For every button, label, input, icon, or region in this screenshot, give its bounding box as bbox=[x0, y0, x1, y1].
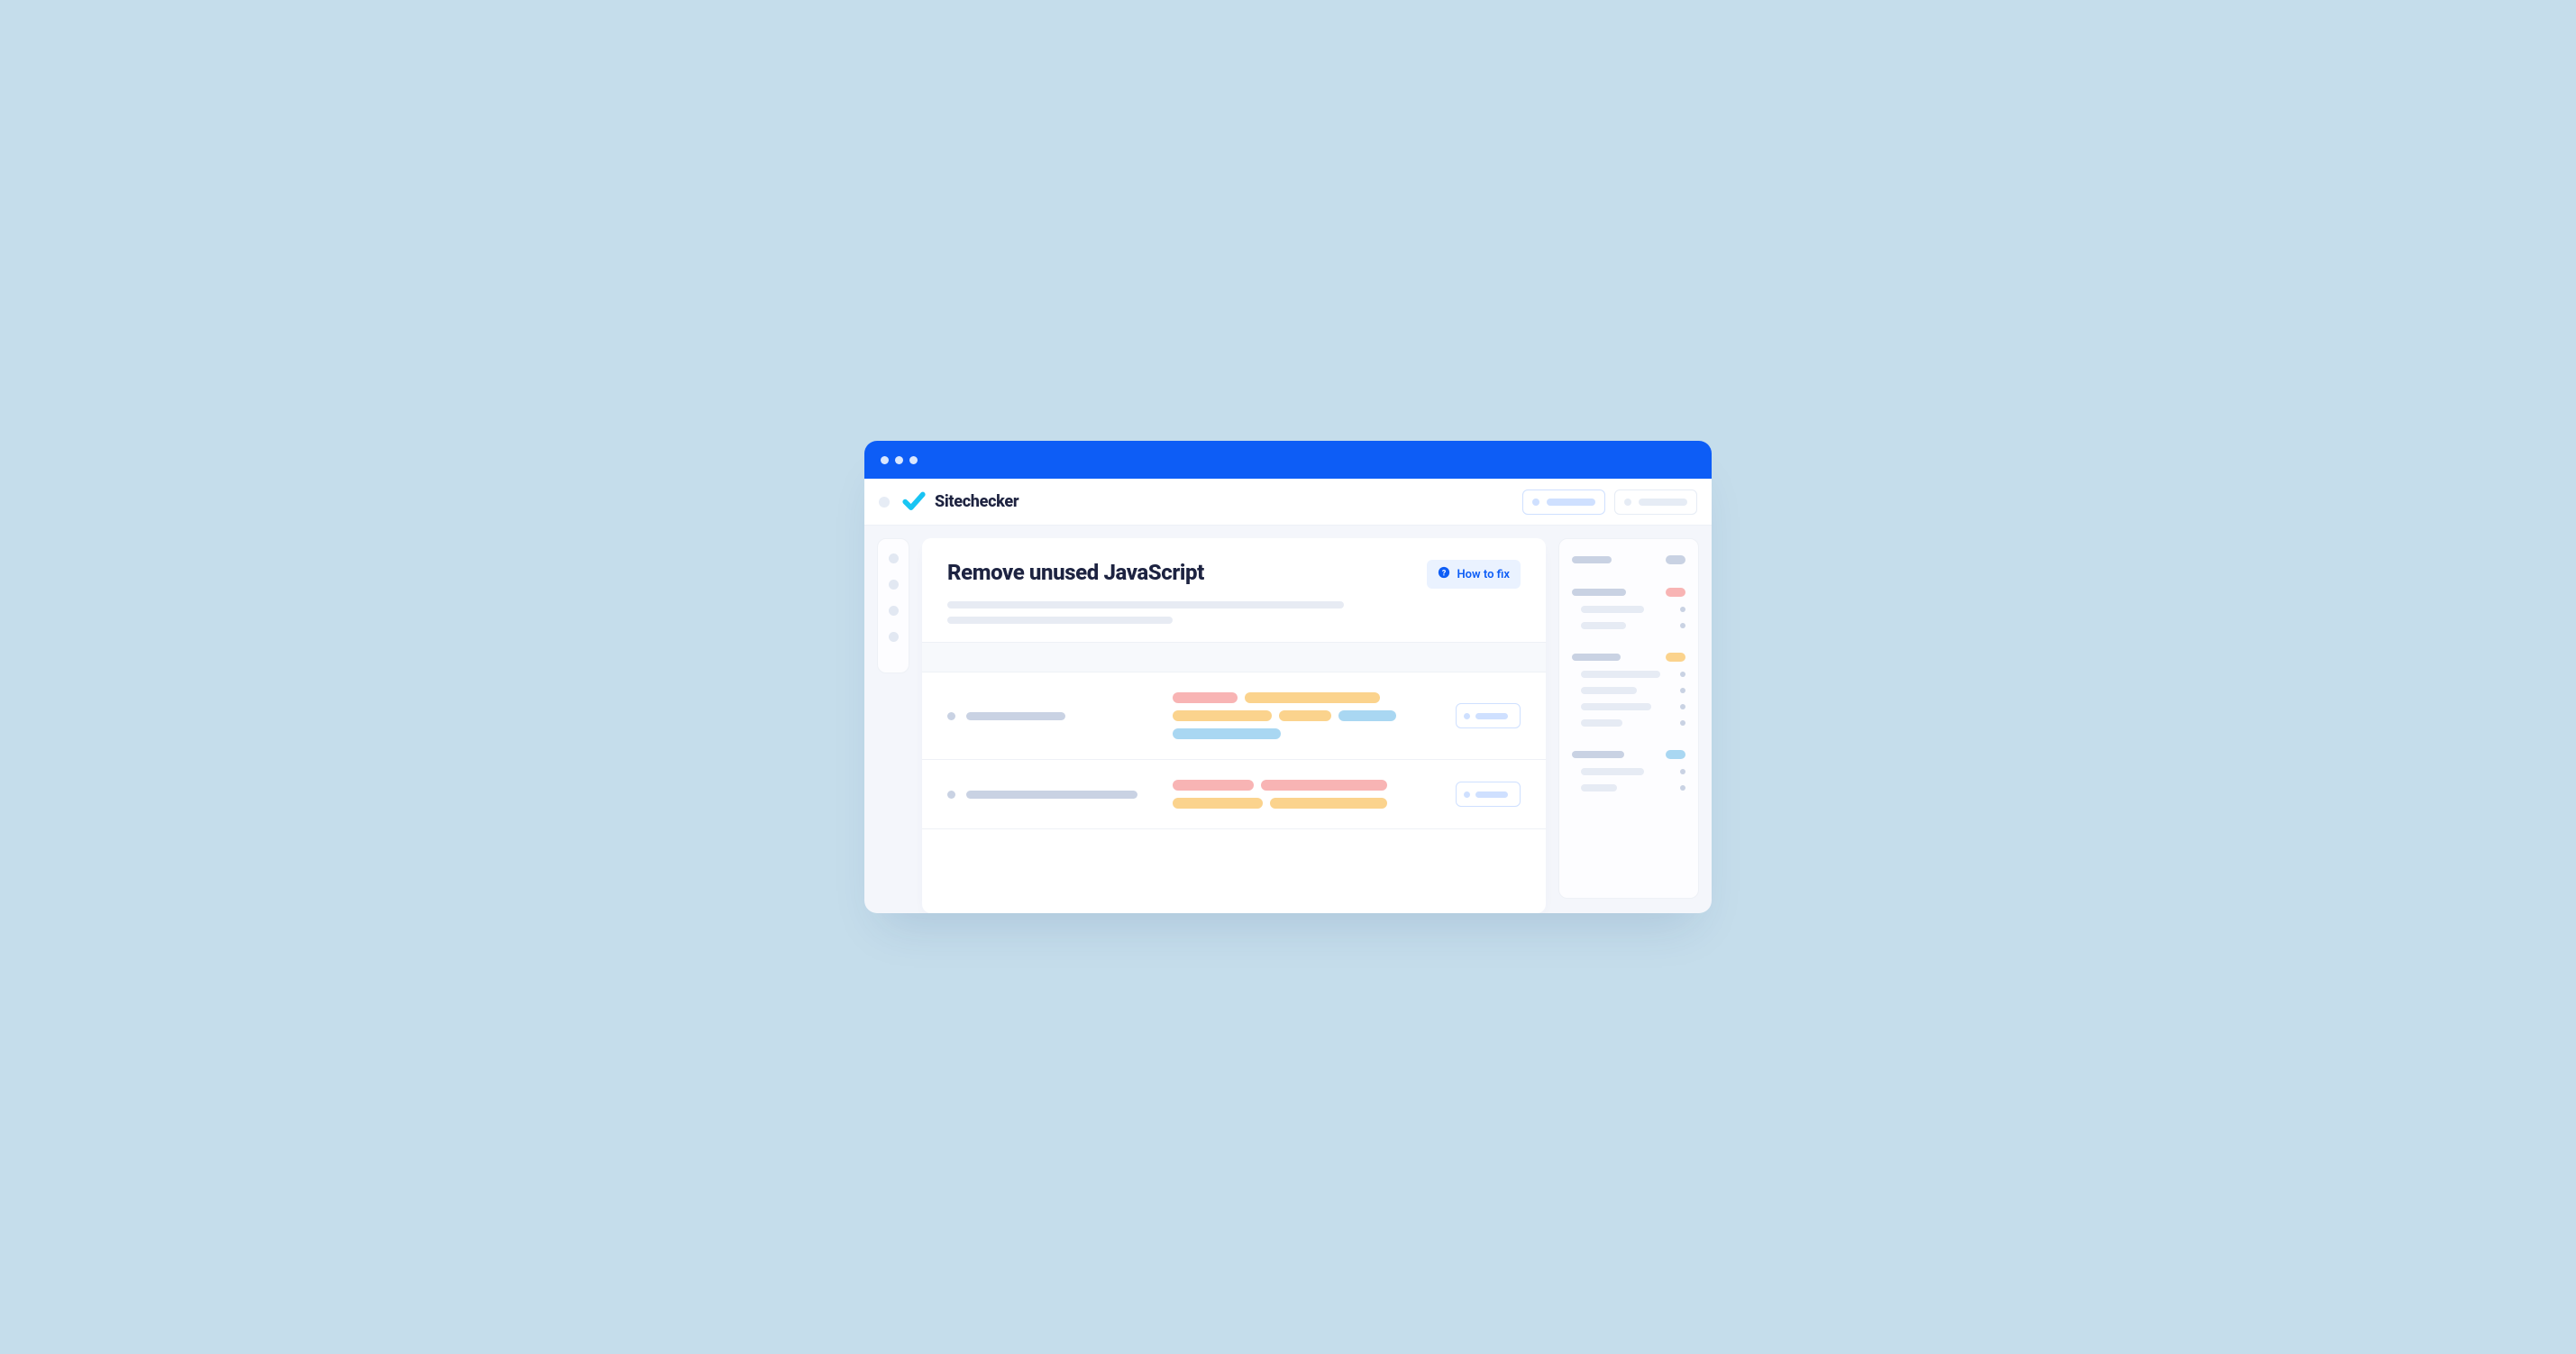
tag-warning bbox=[1245, 692, 1380, 703]
tag-critical bbox=[1261, 780, 1387, 791]
summary-panel bbox=[1558, 538, 1699, 899]
summary-item[interactable] bbox=[1572, 687, 1685, 694]
tag-warning bbox=[1270, 798, 1387, 809]
result-url-placeholder[interactable] bbox=[947, 791, 1155, 799]
app-header: Sitechecker bbox=[864, 479, 1712, 526]
checkmark-icon bbox=[902, 489, 926, 516]
window-control-maximize[interactable] bbox=[909, 456, 918, 464]
summary-item[interactable] bbox=[1572, 703, 1685, 710]
tag-warning bbox=[1173, 798, 1263, 809]
svg-text:?: ? bbox=[1442, 570, 1447, 579]
tag-warning bbox=[1173, 710, 1272, 721]
sidebar-nav bbox=[877, 538, 909, 673]
summary-item[interactable] bbox=[1572, 671, 1685, 678]
summary-category-warning[interactable] bbox=[1572, 653, 1685, 662]
tag-critical bbox=[1173, 692, 1238, 703]
app-body: Remove unused JavaScript ? How to fix bbox=[864, 526, 1712, 913]
summary-item[interactable] bbox=[1572, 784, 1685, 791]
window-titlebar bbox=[864, 441, 1712, 479]
result-tags bbox=[1173, 780, 1438, 809]
window-control-close[interactable] bbox=[881, 456, 889, 464]
header-primary-button[interactable] bbox=[1522, 489, 1605, 515]
result-action-button[interactable] bbox=[1456, 703, 1521, 728]
summary-item[interactable] bbox=[1572, 622, 1685, 629]
result-row bbox=[922, 760, 1546, 829]
sidebar-nav-item[interactable] bbox=[889, 606, 899, 616]
summary-item[interactable] bbox=[1572, 719, 1685, 727]
brand-logo[interactable]: Sitechecker bbox=[902, 489, 1019, 516]
brand-name: Sitechecker bbox=[935, 492, 1019, 511]
sidebar-nav-item[interactable] bbox=[889, 580, 899, 590]
issue-description-placeholder bbox=[947, 601, 1521, 624]
browser-window: Sitechecker Remove unused JavaScript ? bbox=[864, 441, 1712, 913]
summary-heading bbox=[1572, 555, 1685, 564]
menu-toggle[interactable] bbox=[879, 497, 890, 508]
window-control-minimize[interactable] bbox=[895, 456, 903, 464]
header-secondary-button[interactable] bbox=[1614, 489, 1697, 515]
issue-header: Remove unused JavaScript ? How to fix bbox=[922, 538, 1546, 642]
page-title: Remove unused JavaScript bbox=[947, 560, 1204, 585]
result-tags bbox=[1173, 692, 1438, 739]
help-icon: ? bbox=[1438, 566, 1450, 582]
tag-warning bbox=[1279, 710, 1331, 721]
tag-info bbox=[1338, 710, 1396, 721]
filter-bar bbox=[922, 642, 1546, 672]
main-panel: Remove unused JavaScript ? How to fix bbox=[922, 538, 1546, 913]
summary-category-info[interactable] bbox=[1572, 750, 1685, 759]
result-action-button[interactable] bbox=[1456, 782, 1521, 807]
sidebar-nav-item[interactable] bbox=[889, 632, 899, 642]
sidebar-nav-item[interactable] bbox=[889, 553, 899, 563]
tag-critical bbox=[1173, 780, 1254, 791]
tag-info bbox=[1173, 728, 1281, 739]
how-to-fix-button[interactable]: ? How to fix bbox=[1427, 560, 1521, 589]
how-to-fix-label: How to fix bbox=[1457, 568, 1510, 581]
result-row bbox=[922, 672, 1546, 760]
summary-category-critical[interactable] bbox=[1572, 588, 1685, 597]
summary-item[interactable] bbox=[1572, 606, 1685, 613]
summary-item[interactable] bbox=[1572, 768, 1685, 775]
result-url-placeholder[interactable] bbox=[947, 712, 1155, 720]
